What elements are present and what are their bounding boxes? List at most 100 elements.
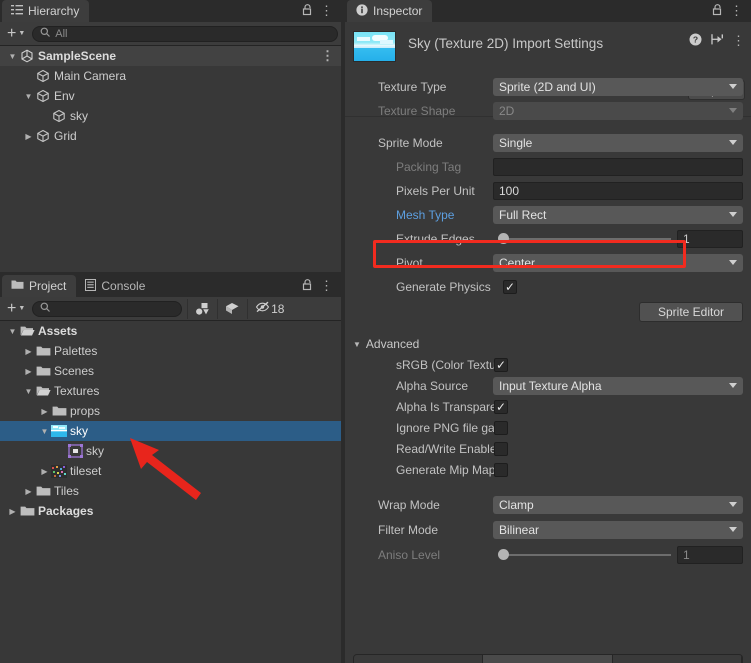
inspector-body: Sky (Texture 2D) Import Settings ? ⋮ Ope… <box>345 22 751 663</box>
foldout-closed-icon[interactable]: ▶ <box>22 347 35 356</box>
alpha-source-dropdown[interactable]: Input Texture Alpha <box>493 376 743 395</box>
project-row-tileset-7[interactable]: ▶ tileset <box>0 461 341 481</box>
tab-inspector-label: Inspector <box>373 4 423 18</box>
preset-icon[interactable] <box>710 33 724 49</box>
hierarchy-row-samplescene-0[interactable]: ▼ SampleScene ⋮ <box>0 46 341 66</box>
alpha-transparency-field: Alpha Is Transpare ✓ <box>353 396 743 417</box>
hierarchy-row-label: Env <box>54 89 75 103</box>
project-search-input[interactable] <box>32 300 183 317</box>
chevron-down-icon <box>729 211 737 217</box>
texture-type-dropdown[interactable]: Sprite (2D and UI) <box>493 77 743 96</box>
foldout-open-icon[interactable]: ▼ <box>22 92 35 101</box>
create-gameobject-button[interactable]: + ▼ <box>3 25 29 41</box>
filter-mode-dropdown[interactable]: Bilinear <box>493 520 743 539</box>
hierarchy-search-placeholder: All <box>55 27 68 40</box>
ignore-png-gamma-label: Ignore PNG file ga <box>396 420 494 435</box>
hierarchy-panel: Hierarchy ⋮ + ▼ All ▼ SampleScene ⋮ Main Ca <box>0 0 341 272</box>
tab-project[interactable]: Project <box>2 275 77 297</box>
foldout-closed-icon[interactable]: ▶ <box>22 487 35 496</box>
sprite-mode-value: Single <box>499 135 533 150</box>
lock-icon[interactable] <box>302 3 313 19</box>
tab-project-label: Project <box>29 279 67 293</box>
project-row-packages-9[interactable]: ▶ Packages <box>0 501 341 521</box>
chevron-down-icon <box>729 107 737 113</box>
project-row-label: sky <box>70 424 88 438</box>
hierarchy-search-input[interactable]: All <box>32 25 338 42</box>
hierarchy-row-env-2[interactable]: ▼ Env <box>0 86 341 106</box>
project-row-tiles-8[interactable]: ▶ Tiles <box>0 481 341 501</box>
tab-inspector[interactable]: Inspector <box>347 0 433 22</box>
ignore-png-gamma-checkbox[interactable] <box>494 420 508 435</box>
project-row-sky-6[interactable]: sky <box>0 441 341 461</box>
generate-physics-checkbox[interactable]: ✓ <box>503 279 517 294</box>
pivot-label: Pivot <box>396 255 423 270</box>
platform-tab-other[interactable] <box>612 655 742 663</box>
platform-tab-standalone[interactable] <box>483 655 613 663</box>
slider-knob[interactable] <box>498 233 509 244</box>
pixels-per-unit-input[interactable]: 100 <box>493 181 743 200</box>
hierarchy-row-sky-3[interactable]: sky <box>0 106 341 126</box>
generate-mipmaps-checkbox[interactable] <box>494 462 508 477</box>
kebab-menu-icon[interactable]: ⋮ <box>320 279 333 292</box>
filter-by-label-icon[interactable] <box>217 298 247 319</box>
gameobject-cube-icon <box>35 69 51 83</box>
sky-texture-icon <box>51 424 67 438</box>
platform-tab-default[interactable] <box>354 655 484 663</box>
packing-tag-label: Packing Tag <box>396 159 462 174</box>
alpha-transparency-checkbox[interactable]: ✓ <box>494 399 508 414</box>
chevron-down-icon <box>729 259 737 265</box>
lock-icon[interactable] <box>712 3 723 19</box>
foldout-closed-icon[interactable]: ▶ <box>38 467 51 476</box>
srgb-field: sRGB (Color Textu ✓ <box>353 354 743 375</box>
packing-tag-input[interactable] <box>493 157 743 176</box>
extrude-edges-value-input[interactable]: 1 <box>677 229 743 248</box>
foldout-closed-icon[interactable]: ▶ <box>38 407 51 416</box>
filter-mode-label: Filter Mode <box>378 522 439 537</box>
foldout-closed-icon[interactable]: ▶ <box>22 132 35 141</box>
extrude-edges-field: Extrude Edges 1 <box>353 228 743 249</box>
scene-kebab-menu-icon[interactable]: ⋮ <box>321 49 334 62</box>
project-row-assets-0[interactable]: ▼ Assets <box>0 321 341 341</box>
foldout-closed-icon[interactable]: ▶ <box>22 367 35 376</box>
hierarchy-row-main-camera-1[interactable]: Main Camera <box>0 66 341 86</box>
foldout-open-icon[interactable]: ▼ <box>22 387 35 396</box>
hierarchy-row-grid-4[interactable]: ▶ Grid <box>0 126 341 146</box>
texture-type-label: Texture Type <box>378 79 447 94</box>
hidden-packages-toggle[interactable]: 18 <box>247 298 291 319</box>
foldout-open-icon[interactable]: ▼ <box>6 327 19 336</box>
pivot-dropdown[interactable]: Center <box>493 253 743 272</box>
tab-hierarchy[interactable]: Hierarchy <box>2 0 90 22</box>
srgb-checkbox[interactable]: ✓ <box>494 357 508 372</box>
tab-console[interactable]: Console <box>76 275 155 297</box>
mesh-type-dropdown[interactable]: Full Rect <box>493 205 743 224</box>
extrude-edges-slider[interactable] <box>493 230 671 248</box>
project-row-palettes-1[interactable]: ▶ Palettes <box>0 341 341 361</box>
project-row-scenes-2[interactable]: ▶ Scenes <box>0 361 341 381</box>
project-row-label: props <box>70 404 101 418</box>
alpha-transparency-label: Alpha Is Transpare <box>396 399 494 414</box>
project-row-label: Scenes <box>54 364 95 378</box>
kebab-menu-icon[interactable]: ⋮ <box>732 34 745 47</box>
texture-shape-value: 2D <box>499 103 515 118</box>
sprite-mode-dropdown[interactable]: Single <box>493 133 743 152</box>
foldout-closed-icon[interactable]: ▶ <box>6 507 19 516</box>
foldout-open-icon[interactable]: ▼ <box>38 427 51 436</box>
project-row-props-4[interactable]: ▶ props <box>0 401 341 421</box>
kebab-menu-icon[interactable]: ⋮ <box>320 4 333 17</box>
alpha-source-value: Input Texture Alpha <box>499 378 602 393</box>
foldout-open-icon[interactable]: ▼ <box>6 52 19 61</box>
wrap-mode-dropdown[interactable]: Clamp <box>493 495 743 514</box>
project-row-sky-5[interactable]: ▼ sky <box>0 421 341 441</box>
inspector-tab-icons: ⋮ <box>712 0 747 22</box>
create-asset-button[interactable]: + ▼ <box>3 300 29 316</box>
project-row-textures-3[interactable]: ▼ Textures <box>0 381 341 401</box>
sprite-editor-button[interactable]: Sprite Editor <box>639 302 743 322</box>
read-write-checkbox[interactable] <box>494 441 508 456</box>
chevron-down-icon <box>729 139 737 145</box>
filter-by-type-icon[interactable] <box>187 298 217 319</box>
folder-icon <box>35 344 51 358</box>
kebab-menu-icon[interactable]: ⋮ <box>730 4 743 17</box>
help-icon[interactable]: ? <box>689 33 702 49</box>
advanced-section-header[interactable]: ▼ Advanced <box>353 334 743 354</box>
lock-icon[interactable] <box>302 278 313 294</box>
